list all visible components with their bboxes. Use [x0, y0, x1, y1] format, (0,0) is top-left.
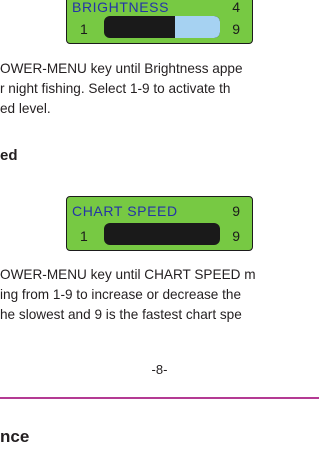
text-line: he slowest and 9 is the fastest chart sp…	[0, 307, 242, 322]
page-number: -8-	[151, 362, 168, 377]
text-line: ing from 1-9 to increase or decrease the	[0, 287, 242, 302]
chart-speed-level-bar	[104, 223, 220, 245]
brightness-scale-min: 1	[80, 21, 88, 37]
chart-speed-value: 9	[232, 203, 240, 219]
brightness-level-bar	[104, 16, 220, 38]
brightness-level-fill	[174, 16, 220, 38]
chart-speed-display: CHART SPEED 9 1 9	[66, 196, 253, 251]
next-section-heading: nce	[0, 427, 30, 446]
brightness-instructions: OWER-MENU key until Brightness appe r ni…	[0, 59, 320, 119]
footer-rule	[0, 397, 319, 399]
chart-speed-label: CHART SPEED	[72, 203, 178, 219]
brightness-display: BRIGHTNESS 4 1 9	[66, 0, 253, 44]
text-line: ed level.	[0, 101, 51, 116]
brightness-value: 4	[232, 0, 240, 15]
text-line: OWER-MENU key until Brightness appe	[0, 61, 243, 76]
brightness-label: BRIGHTNESS	[72, 0, 170, 15]
text-line: r night fishing. Select 1-9 to activate …	[0, 81, 231, 96]
chart-speed-heading: ed	[0, 147, 18, 164]
chart-speed-instructions: OWER-MENU key until CHART SPEED m ing fr…	[0, 265, 320, 325]
text-line: OWER-MENU key until CHART SPEED m	[0, 267, 256, 282]
chart-speed-scale-max: 9	[232, 228, 240, 244]
brightness-scale-max: 9	[232, 21, 240, 37]
chart-speed-scale-min: 1	[80, 228, 88, 244]
